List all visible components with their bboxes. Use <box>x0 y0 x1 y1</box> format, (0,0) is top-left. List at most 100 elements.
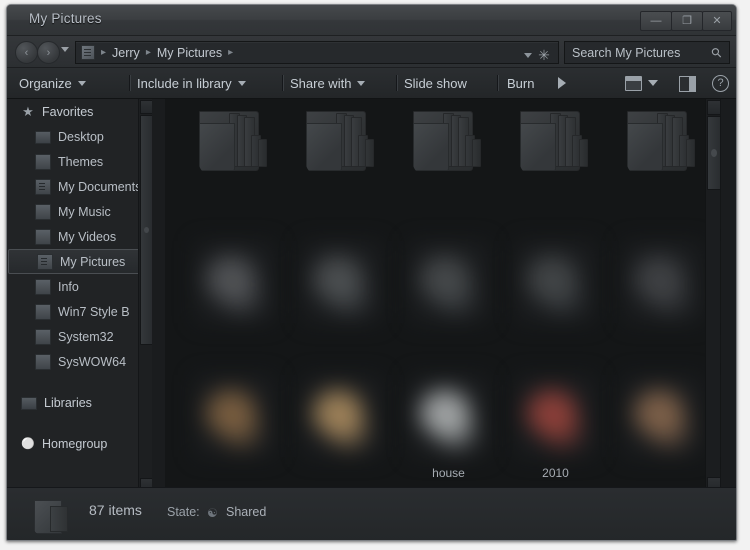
sidebar-item-label: System32 <box>58 329 114 344</box>
toolbar-slide-show-button[interactable]: Slide show <box>404 68 467 98</box>
address-breadcrumb-bar[interactable]: ▸ Jerry ▸ My Pictures ▸ ✳ <box>75 41 559 64</box>
close-icon: ✕ <box>712 14 722 27</box>
status-bar: 87 items State: ☯ Shared <box>7 487 736 540</box>
sidebar-item-info[interactable]: Info <box>7 274 152 299</box>
sidebar-item-label: My Documents <box>58 179 142 194</box>
file-thumbnail <box>183 369 286 464</box>
content-scrollbar-thumb[interactable] <box>707 116 721 190</box>
explorer-body: ★ Favorites Desktop Themes My Documents My Mu… <box>7 99 736 493</box>
file-item[interactable] <box>183 235 286 332</box>
file-thumbnail <box>611 235 714 330</box>
file-item[interactable] <box>183 369 286 466</box>
file-item[interactable] <box>397 101 500 198</box>
file-item[interactable] <box>290 235 393 332</box>
file-item[interactable] <box>290 369 393 466</box>
maximize-button[interactable]: ❐ <box>671 11 703 31</box>
breadcrumb-item-jerry[interactable]: Jerry <box>112 46 140 60</box>
back-arrow-icon: ‹ <box>24 46 29 59</box>
file-item[interactable] <box>397 235 500 332</box>
sidebar-item-themes[interactable]: Themes <box>7 149 152 174</box>
pane-splitter[interactable] <box>152 99 165 493</box>
toolbar-label: Organize <box>19 75 72 91</box>
minimize-button[interactable]: — <box>640 11 672 31</box>
sidebar-item-desktop[interactable]: Desktop <box>7 124 152 149</box>
navigation-pane: ★ Favorites Desktop Themes My Documents My Mu… <box>7 99 152 493</box>
toolbar-include-in-library-button[interactable]: Include in library <box>137 68 246 98</box>
address-dropdown-chevron-down-icon[interactable] <box>524 53 532 58</box>
breadcrumb-item-my-pictures[interactable]: My Pictures <box>157 46 222 60</box>
file-item[interactable] <box>611 235 714 332</box>
sidebar-item-my-videos[interactable]: My Videos <box>7 224 152 249</box>
file-list-pane[interactable]: house 2010 <box>165 99 721 493</box>
toolbar-label: Share with <box>290 75 352 91</box>
search-placeholder-text: Search My Pictures <box>572 45 681 60</box>
file-thumbnail <box>504 235 607 330</box>
minimize-icon: — <box>650 14 662 27</box>
toolbar-overflow-chevron-right-icon[interactable] <box>558 77 566 89</box>
status-state-value: Shared <box>226 505 267 519</box>
file-thumbnail <box>504 369 607 464</box>
back-button[interactable]: ‹ <box>15 41 38 64</box>
search-input[interactable]: Search My Pictures ⚲ <box>564 41 730 64</box>
sidebar-item-label: Homegroup <box>42 436 108 451</box>
recent-pages-chevron-down-icon[interactable] <box>61 47 69 52</box>
file-item[interactable] <box>290 101 393 198</box>
forward-button[interactable]: › <box>37 41 60 64</box>
music-folder-icon <box>35 203 51 220</box>
toolbar-burn-button[interactable]: Burn <box>507 68 534 98</box>
file-item[interactable] <box>504 235 607 332</box>
photo-thumbnail-icon <box>302 375 382 457</box>
status-item-count: 87 items <box>89 502 142 518</box>
sidebar-scroll-up-icon[interactable] <box>140 100 152 114</box>
file-item[interactable] <box>183 101 286 198</box>
title-bar: My Pictures — ❐ ✕ <box>7 5 736 36</box>
sidebar-item-syswow64[interactable]: SysWOW64 <box>7 349 152 374</box>
chevron-down-icon <box>237 80 246 86</box>
sidebar-scrollbar[interactable] <box>138 99 152 493</box>
sidebar-item-my-pictures[interactable]: My Pictures <box>8 249 148 274</box>
toolbar-separator <box>396 75 398 91</box>
status-folder-icon <box>32 498 70 534</box>
sidebar-item-label: Libraries <box>44 395 92 410</box>
sidebar-scrollbar-thumb[interactable] <box>140 115 152 345</box>
file-thumbnail <box>183 101 286 196</box>
file-thumbnail <box>611 369 714 464</box>
change-view-icon[interactable] <box>625 76 642 91</box>
toolbar-organize-button[interactable]: Organize <box>19 68 86 98</box>
sidebar-item-label: My Videos <box>58 229 117 244</box>
search-icon: ⚲ <box>708 43 726 62</box>
file-item[interactable]: house <box>397 369 500 480</box>
file-item[interactable]: 2010 <box>504 369 607 480</box>
sidebar-item-system32[interactable]: System32 <box>7 324 152 349</box>
close-button[interactable]: ✕ <box>702 11 732 31</box>
file-thumbnail <box>290 235 393 330</box>
breadcrumb-root-icon <box>81 45 95 60</box>
content-scroll-up-icon[interactable] <box>707 100 721 115</box>
sidebar-item-win7-style-b[interactable]: Win7 Style B <box>7 299 152 324</box>
folder-icon <box>627 109 699 171</box>
breadcrumb-separator-icon: ▸ <box>101 47 107 58</box>
file-item[interactable] <box>611 369 714 466</box>
sidebar-item-libraries[interactable]: Libraries <box>7 390 152 415</box>
status-state-label: State: <box>167 505 200 519</box>
refresh-icon[interactable]: ✳ <box>537 48 551 62</box>
sidebar-item-my-music[interactable]: My Music <box>7 199 152 224</box>
preview-pane-icon[interactable] <box>679 76 696 92</box>
file-item[interactable] <box>611 101 714 198</box>
toolbar-share-with-button[interactable]: Share with <box>290 68 366 98</box>
sidebar-item-my-documents[interactable]: My Documents <box>7 174 152 199</box>
sidebar-item-label: My Music <box>58 204 111 219</box>
breadcrumb-separator-icon: ▸ <box>228 47 234 58</box>
change-view-chevron-down-icon[interactable] <box>648 80 658 86</box>
sidebar-item-favorites[interactable]: ★ Favorites <box>7 99 152 124</box>
help-icon[interactable]: ? <box>712 75 729 92</box>
file-item[interactable] <box>504 101 607 198</box>
sidebar-item-label: Desktop <box>58 129 104 144</box>
toolbar-separator <box>129 75 131 91</box>
photo-thumbnail-icon <box>195 375 275 457</box>
sidebar-item-homegroup[interactable]: ⚪ Homegroup <box>7 431 152 456</box>
documents-folder-icon <box>35 178 51 195</box>
content-scrollbar[interactable] <box>705 99 721 493</box>
folder-icon <box>35 153 51 170</box>
